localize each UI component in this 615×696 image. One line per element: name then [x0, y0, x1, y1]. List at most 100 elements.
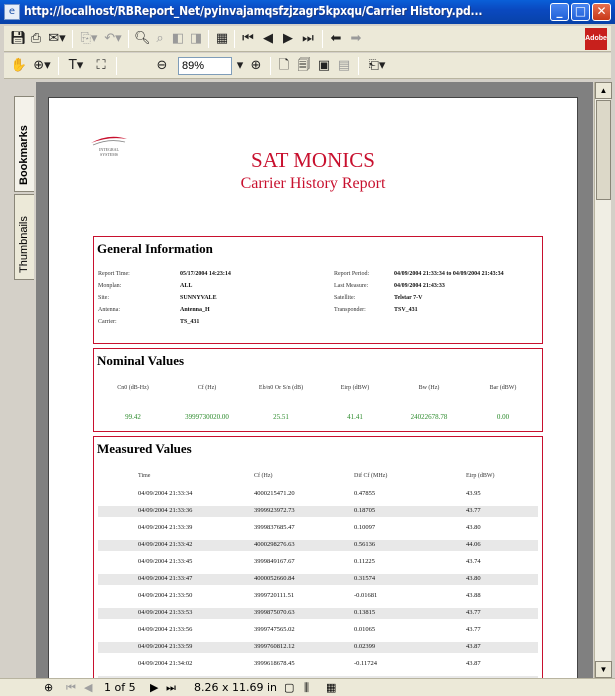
- table-cell: 4000298276.63: [254, 541, 295, 548]
- back-icon[interactable]: ⬅: [328, 30, 344, 48]
- measured-values-section: Measured Values Time Cf (Hz) Dif Cf (MHz…: [93, 436, 543, 678]
- table-row: 04/09/2004 21:33:42 4000298276.63 0.56136 4…: [98, 540, 538, 551]
- title-bar[interactable]: e http://localhost/RBReport_Net/pyinvaja…: [0, 0, 615, 24]
- forward-icon[interactable]: ➡: [348, 30, 364, 48]
- nominal-value: 24022678.78: [410, 413, 448, 421]
- table-row: 04/09/2004 21:33:59 3999760812.12 0.02399 4…: [98, 642, 538, 653]
- scroll-down-button[interactable]: ▼: [595, 661, 612, 678]
- table-row: 04/09/2004 21:33:39 3999837685.47 0.10097 4…: [98, 523, 538, 534]
- report-title: SAT MONICS: [251, 148, 375, 172]
- prev-page-icon[interactable]: ◀: [84, 681, 92, 695]
- tab-thumbnails[interactable]: Thumbnails: [14, 194, 34, 280]
- next-page-icon[interactable]: ▶: [280, 30, 296, 48]
- report-subtitle: Carrier History Report: [240, 175, 386, 192]
- zoom-level-field[interactable]: 89%: [178, 57, 232, 75]
- table-cell: 0.47855: [354, 490, 376, 497]
- table-cell: 3999618678.45: [254, 660, 295, 667]
- separator: [358, 57, 359, 75]
- table-cell: 43.80: [466, 524, 481, 531]
- search-icon[interactable]: ⌕: [152, 30, 168, 48]
- text-select-icon[interactable]: T▾: [64, 57, 88, 75]
- separator: [208, 30, 209, 48]
- fit-width-icon[interactable]: ▣: [316, 57, 332, 75]
- undo-icon[interactable]: ↶▾: [102, 30, 124, 48]
- section-heading: Measured Values: [97, 441, 192, 456]
- email-icon[interactable]: ✉▾: [46, 30, 68, 48]
- table-cell: 4000215471.20: [254, 490, 295, 497]
- reflow-icon[interactable]: ▤: [336, 57, 352, 75]
- table-cell: -0.01681: [354, 592, 378, 599]
- fit-page-icon[interactable]: 🗐︎: [296, 57, 312, 75]
- page-size-text: 8.26 x 11.69 in: [194, 681, 278, 694]
- table-cell: 04/09/2004 21:33:59: [138, 643, 193, 650]
- nav-toggle-icon[interactable]: ⊕: [44, 681, 53, 695]
- field-value: TSV_431: [394, 307, 418, 313]
- field-value: TS_431: [180, 319, 200, 325]
- table-cell: 04/09/2004 21:33:42: [138, 541, 193, 548]
- nominal-header: Cf (Hz): [197, 385, 217, 391]
- column-header: Eirp (dBW): [466, 473, 495, 479]
- table-row: 04/09/2004 21:33:47 4000052660.84 0.31574 4…: [98, 574, 538, 585]
- column-header: Cf (Hz): [254, 473, 273, 479]
- nominal-header: Eirp (dBW): [340, 385, 370, 391]
- scroll-up-button[interactable]: ▲: [595, 82, 612, 99]
- field-value: Antenna_H: [180, 307, 210, 313]
- save-icon[interactable]: 💾︎: [10, 30, 27, 48]
- single-page-icon[interactable]: ▢: [284, 681, 294, 695]
- first-page-icon[interactable]: ⏮: [66, 681, 76, 695]
- continuous-icon[interactable]: ⫼: [304, 681, 309, 695]
- table-cell: 3999875070.63: [254, 609, 295, 616]
- close-button[interactable]: ✕: [592, 3, 611, 21]
- table-cell: 04/09/2004 21:33:53: [138, 609, 193, 616]
- zoom-in-icon[interactable]: ⊕: [248, 57, 264, 75]
- next-view-icon[interactable]: ◨: [188, 30, 204, 48]
- zoom-tool-icon[interactable]: ⊕▾: [30, 57, 54, 75]
- maximize-button[interactable]: □: [571, 3, 590, 21]
- actual-size-icon[interactable]: 🗋︎: [276, 57, 292, 75]
- table-cell: 0.02399: [354, 643, 376, 650]
- table-cell: 43.95: [466, 490, 481, 497]
- last-page-icon[interactable]: ⏭: [166, 681, 176, 695]
- nominal-value: 0.00: [496, 413, 510, 421]
- separator: [58, 57, 59, 75]
- adobe-logo: Adobe: [585, 28, 607, 50]
- last-page-icon[interactable]: ⏭: [300, 30, 316, 48]
- minimize-button[interactable]: _: [550, 3, 569, 21]
- hand-tool-icon[interactable]: ✋: [10, 57, 28, 75]
- scroll-thumb[interactable]: [596, 100, 611, 200]
- field-label: Carrier:: [98, 319, 117, 325]
- table-cell: 43.80: [466, 575, 481, 582]
- find-icon[interactable]: 🔍︎: [134, 30, 151, 48]
- table-cell: 43.74: [466, 558, 481, 565]
- table-row: 04/09/2004 21:33:45 3999849167.67 0.11225 4…: [98, 557, 538, 568]
- page-layout-icon[interactable]: ▦: [214, 30, 230, 48]
- vertical-scrollbar[interactable]: ▲ ▼: [594, 82, 612, 678]
- navigation-pane-tabs: Bookmarks Thumbnails: [0, 82, 34, 678]
- first-page-icon[interactable]: ⏮: [240, 30, 256, 48]
- tab-bookmarks[interactable]: Bookmarks: [14, 96, 34, 192]
- zoom-dropdown-icon[interactable]: ▾: [234, 57, 246, 75]
- page-number-field[interactable]: 1 of 5: [104, 681, 136, 695]
- next-page-icon[interactable]: ▶: [150, 681, 158, 695]
- table-cell: 43.77: [466, 609, 481, 616]
- tab-thumbnails-label: Thumbnails: [18, 216, 30, 273]
- toolbar-file: 💾︎ ⎙ ✉▾ ⎘▾ ↶▾ 🔍︎ ⌕ ◧ ◨ ▦ ⏮ ◀ ▶ ⏭ ⬅ ➡ Ado…: [4, 26, 611, 52]
- table-cell: 4000052660.84: [254, 575, 295, 582]
- field-value: 04/09/2004 21:43:33: [394, 283, 445, 289]
- table-cell: 3999837685.47: [254, 524, 295, 531]
- rotate-view-icon[interactable]: ⎗▾: [364, 57, 390, 75]
- document-viewport[interactable]: INTEGRAL SYSTEMS SAT MONICS Carrier Hist…: [36, 82, 593, 678]
- measured-table-header: Time Cf (Hz) Dif Cf (MHz) Eirp (dBW): [94, 473, 542, 483]
- table-row: 04/09/2004 21:34:02 3999618678.45 -0.11724…: [98, 659, 538, 670]
- status-bar: ⊕ ⏮ ◀ 1 of 5 ▶ ⏭ 8.26 x 11.69 in ▢ ⫼ ▦: [0, 678, 615, 696]
- prev-view-icon[interactable]: ◧: [170, 30, 186, 48]
- table-row: 04/09/2004 21:33:36 3999923972.73 0.18705 4…: [98, 506, 538, 517]
- table-cell: 04/09/2004 21:33:47: [138, 575, 193, 582]
- zoom-out-icon[interactable]: ⊖: [154, 57, 170, 75]
- print-icon[interactable]: ⎙: [28, 30, 44, 48]
- separator: [234, 30, 235, 48]
- snapshot-icon[interactable]: ⛶: [90, 57, 112, 75]
- facing-icon[interactable]: ▦: [326, 681, 336, 695]
- copy-icon[interactable]: ⎘▾: [78, 30, 100, 48]
- prev-page-icon[interactable]: ◀: [260, 30, 276, 48]
